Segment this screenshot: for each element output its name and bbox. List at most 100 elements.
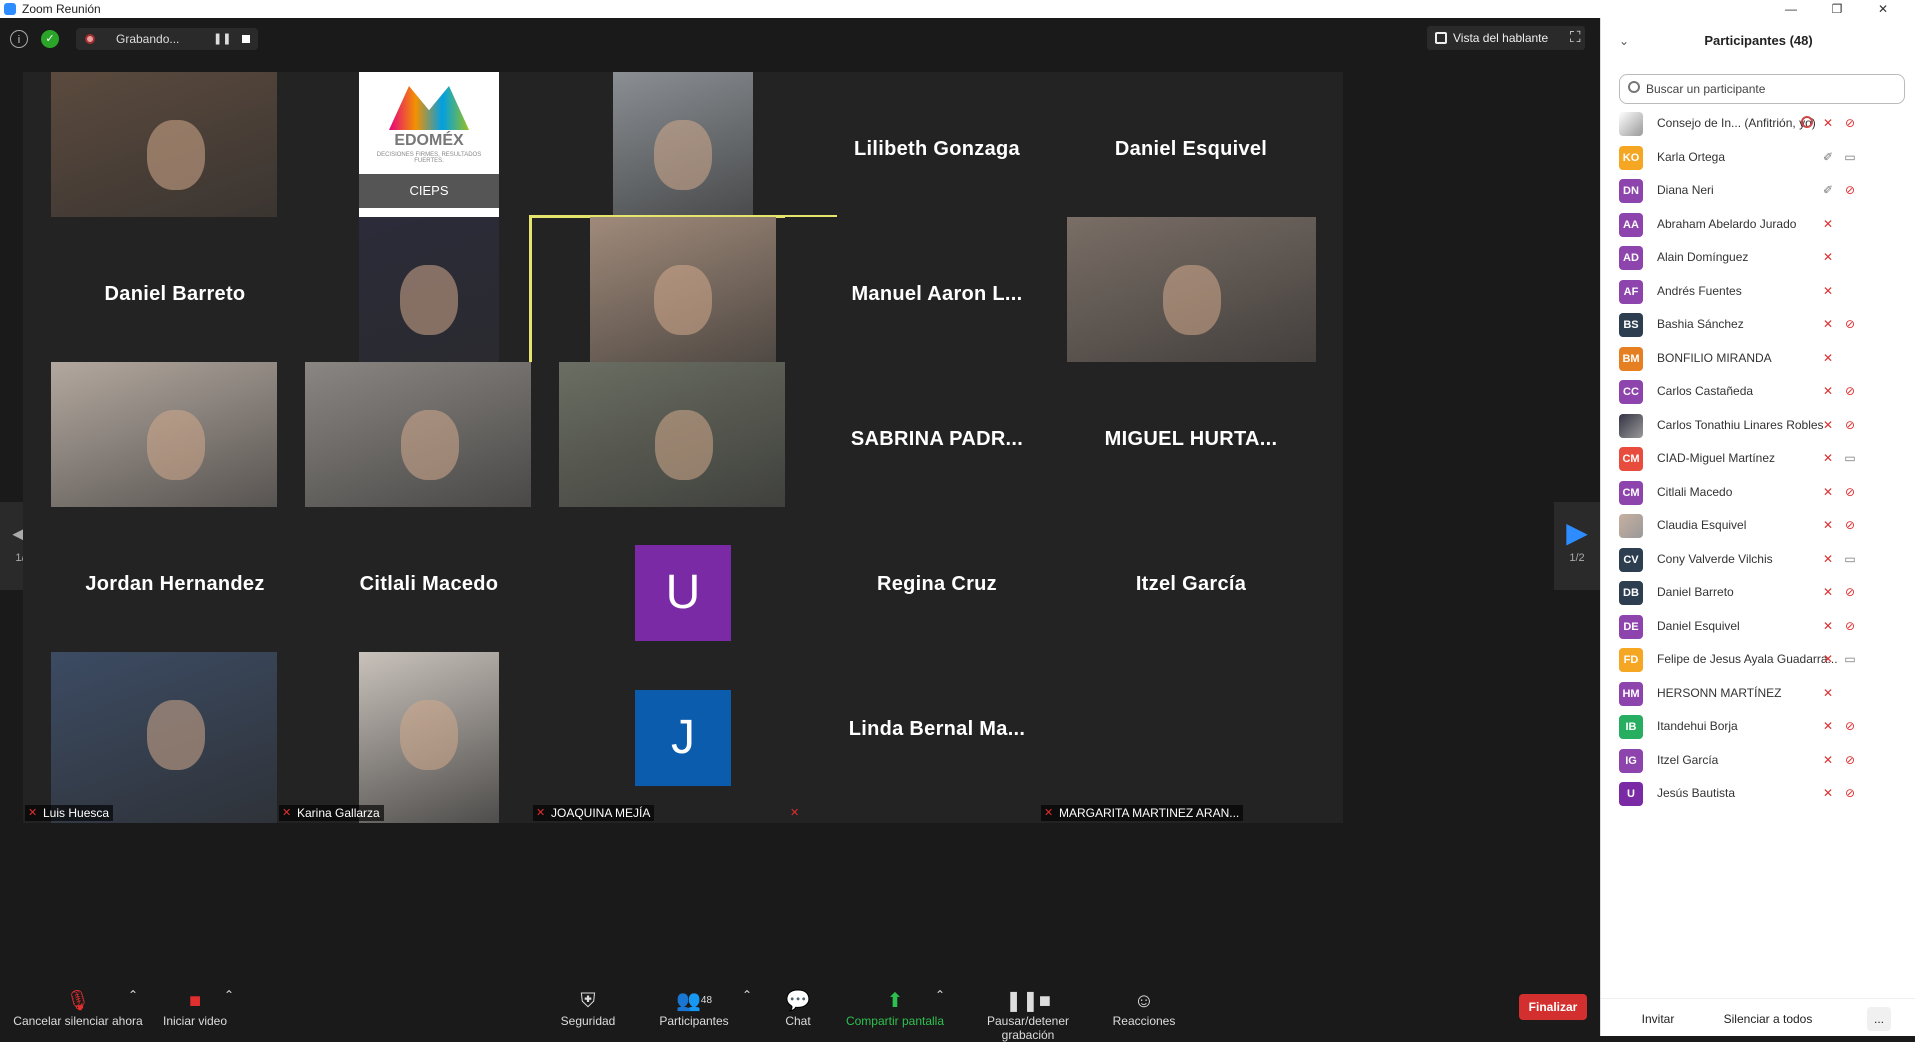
- minimize-icon[interactable]: —: [1768, 0, 1814, 18]
- participant-row[interactable]: IB Itandehui Borja ✕ ⊘: [1601, 711, 1915, 744]
- video-off-icon[interactable]: ⊘: [1842, 116, 1858, 130]
- video-off-icon[interactable]: ⊘: [1842, 384, 1858, 398]
- collapse-panel-icon[interactable]: ⌄: [1619, 18, 1629, 64]
- next-page-button[interactable]: ▶ 1/2: [1554, 502, 1600, 590]
- participant-row[interactable]: FD Felipe de Jesus Ayala Guadarra... ✕ ▭: [1601, 644, 1915, 677]
- participant-row[interactable]: U Jesús Bautista ✕ ⊘: [1601, 778, 1915, 811]
- share-caret-icon[interactable]: ⌃: [935, 988, 945, 1002]
- participant-avatar: FD: [1619, 648, 1643, 672]
- video-off-icon[interactable]: ⊘: [1842, 183, 1858, 197]
- participant-row[interactable]: HM HERSONN MARTÍNEZ ✕: [1601, 678, 1915, 711]
- person-silhouette: [400, 264, 458, 335]
- meeting-info-icon[interactable]: i: [10, 30, 28, 48]
- participant-row[interactable]: Consejo de In... (Anfitrión, yo) ✕ ⊘: [1601, 108, 1915, 141]
- muted-mic-icon[interactable]: ✕: [1821, 518, 1835, 532]
- participant-row[interactable]: Claudia Esquivel ✕ ⊘: [1601, 510, 1915, 543]
- participant-row[interactable]: CM Citlali Macedo ✕ ⊘: [1601, 477, 1915, 510]
- pause-recording-icon[interactable]: ❚❚: [213, 32, 231, 45]
- participant-row[interactable]: BM BONFILIO MIRANDA ✕: [1601, 343, 1915, 376]
- participant-row[interactable]: BS Bashia Sánchez ✕ ⊘: [1601, 309, 1915, 342]
- microphone-icon[interactable]: ✐: [1821, 150, 1835, 164]
- video-off-icon[interactable]: ⊘: [1842, 585, 1858, 599]
- muted-mic-icon[interactable]: ✕: [1821, 753, 1835, 767]
- microphone-icon[interactable]: ✐: [1821, 183, 1835, 197]
- muted-mic-icon[interactable]: ✕: [1821, 552, 1835, 566]
- muted-mic-icon[interactable]: ✕: [1821, 786, 1835, 800]
- participants-caret-icon[interactable]: ⌃: [742, 988, 752, 1002]
- participant-search-input[interactable]: Buscar un participante: [1619, 74, 1905, 104]
- start-video-button[interactable]: ■ Iniciar video: [158, 988, 232, 1028]
- unmute-button[interactable]: 🎙 Cancelar silenciar ahora: [8, 988, 148, 1028]
- encryption-shield-icon[interactable]: ✓: [41, 30, 59, 48]
- video-off-icon[interactable]: ⊘: [1842, 317, 1858, 331]
- muted-mic-icon[interactable]: ✕: [1821, 250, 1835, 264]
- mute-all-button[interactable]: Silenciar a todos: [1713, 1007, 1823, 1031]
- muted-mic-icon[interactable]: ✕: [1821, 485, 1835, 499]
- participant-row[interactable]: IG Itzel García ✕ ⊘: [1601, 745, 1915, 778]
- video-camera-icon[interactable]: ▭: [1842, 150, 1858, 164]
- reactions-button[interactable]: ☺ Reacciones: [1110, 988, 1178, 1028]
- stop-recording-icon[interactable]: [242, 35, 250, 43]
- participant-row[interactable]: DE Daniel Esquivel ✕ ⊘: [1601, 611, 1915, 644]
- participant-row[interactable]: KO Karla Ortega ✐ ▭: [1601, 142, 1915, 175]
- video-off-icon[interactable]: ⊘: [1842, 719, 1858, 733]
- participant-row[interactable]: AF Andrés Fuentes ✕: [1601, 276, 1915, 309]
- muted-mic-icon[interactable]: ✕: [1821, 451, 1835, 465]
- participant-row[interactable]: DB Daniel Barreto ✕ ⊘: [1601, 577, 1915, 610]
- close-icon[interactable]: ✕: [1860, 0, 1906, 18]
- video-options-caret-icon[interactable]: ⌃: [224, 988, 234, 1002]
- video-off-icon[interactable]: ⊘: [1842, 786, 1858, 800]
- security-button[interactable]: ⛨ Seguridad: [555, 988, 621, 1028]
- video-camera-icon[interactable]: ▭: [1842, 552, 1858, 566]
- participant-row[interactable]: DN Diana Neri ✐ ⊘: [1601, 175, 1915, 208]
- participant-row[interactable]: AA Abraham Abelardo Jurado ✕: [1601, 209, 1915, 242]
- muted-mic-icon[interactable]: ✕: [1821, 317, 1835, 331]
- invite-button[interactable]: Invitar: [1629, 1007, 1687, 1031]
- participant-name: Andrés Fuentes: [1657, 283, 1742, 298]
- muted-mic-icon[interactable]: ✕: [1821, 719, 1835, 733]
- speaker-view-button[interactable]: Vista del hablante: [1427, 26, 1585, 50]
- participant-avatar: CV: [1619, 547, 1643, 572]
- video-off-icon[interactable]: ⊘: [1842, 518, 1858, 532]
- person-silhouette: [400, 409, 459, 480]
- muted-mic-icon[interactable]: ✕: [1821, 686, 1835, 700]
- muted-mic-icon[interactable]: ✕: [1821, 217, 1835, 231]
- fullscreen-icon[interactable]: ⛶: [1570, 30, 1586, 46]
- end-meeting-button[interactable]: Finalizar: [1519, 994, 1587, 1020]
- participant-row[interactable]: Carlos Tonathiu Linares Robles ✕ ⊘: [1601, 410, 1915, 443]
- video-off-icon[interactable]: ⊘: [1842, 619, 1858, 633]
- security-label: Seguridad: [560, 1014, 616, 1028]
- more-options-button[interactable]: ...: [1867, 1007, 1891, 1031]
- participant-avatar: HM: [1619, 681, 1643, 706]
- muted-mic-icon[interactable]: ✕: [1821, 585, 1835, 599]
- participants-button[interactable]: 👥48 Participantes: [656, 988, 732, 1028]
- muted-mic-icon[interactable]: ✕: [1821, 284, 1835, 298]
- pause-stop-icon: ❚❚■: [1005, 990, 1051, 1012]
- video-tile[interactable]: MARGARITA MARTINEZ ARAN... ✕: [1039, 652, 1343, 823]
- audio-options-caret-icon[interactable]: ⌃: [128, 988, 138, 1002]
- video-camera-icon[interactable]: ▭: [1842, 451, 1858, 465]
- participant-row[interactable]: AD Alain Domínguez ✕: [1601, 242, 1915, 275]
- participant-row[interactable]: CV Cony Valverde Vilchis ✕ ▭: [1601, 544, 1915, 577]
- video-camera-icon[interactable]: ▭: [1842, 652, 1858, 666]
- shield-icon: ⛨: [580, 990, 596, 1012]
- video-off-icon[interactable]: ⊘: [1842, 485, 1858, 499]
- muted-mic-icon[interactable]: ✕: [1821, 384, 1835, 398]
- muted-mic-icon[interactable]: ✕: [1821, 351, 1835, 365]
- participant-row[interactable]: CC Carlos Castañeda ✕ ⊘: [1601, 376, 1915, 409]
- video-off-icon[interactable]: ⊘: [1842, 753, 1858, 767]
- muted-mic-icon[interactable]: ✕: [1821, 619, 1835, 633]
- video-off-icon[interactable]: ⊘: [1842, 418, 1858, 432]
- person-silhouette: [400, 699, 458, 770]
- muted-mic-icon[interactable]: ✕: [1821, 116, 1835, 130]
- restore-icon[interactable]: ❐: [1814, 0, 1860, 18]
- muted-microphone-icon: 🎙: [65, 990, 91, 1012]
- share-screen-button[interactable]: ⬆ Compartir pantalla: [842, 988, 948, 1028]
- participant-row[interactable]: CM CIAD-Miguel Martínez ✕ ▭: [1601, 443, 1915, 476]
- muted-mic-icon[interactable]: ✕: [1821, 652, 1835, 666]
- muted-mic-icon[interactable]: ✕: [1821, 418, 1835, 432]
- chat-button[interactable]: 💬 Chat: [778, 988, 818, 1028]
- muted-mic-icon: ✕: [1044, 807, 1054, 819]
- pause-stop-recording-button[interactable]: ❚❚■ Pausar/detener grabación: [960, 988, 1096, 1042]
- participant-avatar: [1619, 112, 1643, 136]
